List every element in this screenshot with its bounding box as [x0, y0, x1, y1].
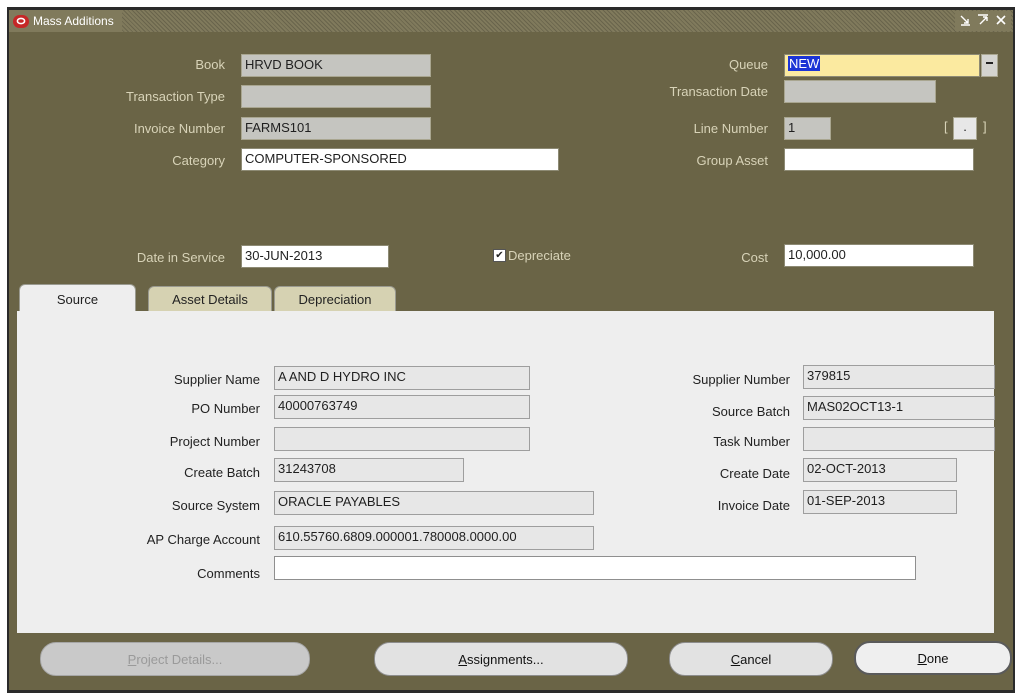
title-group: Mass Additions	[9, 10, 122, 32]
line-number-label: Line Number	[693, 121, 768, 136]
invoice-date-field[interactable]: 01-SEP-2013	[803, 490, 957, 514]
create-batch-label: Create Batch	[184, 465, 260, 480]
supplier-name-label: Supplier Name	[174, 372, 260, 387]
queue-label: Queue	[728, 57, 768, 72]
cancel-mnemonic: C	[730, 651, 741, 667]
transaction-date-field[interactable]	[784, 80, 936, 103]
group-asset-label: Group Asset	[696, 153, 768, 168]
tab-source[interactable]: Source	[19, 284, 136, 313]
supplier-number-field[interactable]: 379815	[803, 365, 995, 389]
assignments-label: ssignments...	[467, 651, 544, 667]
project-number-field[interactable]	[274, 427, 530, 451]
cost-label: Cost	[741, 250, 768, 265]
project-details-mnemonic: P	[127, 651, 137, 667]
depreciate-label: Depreciate	[508, 248, 571, 263]
transaction-type-label: Transaction Type	[126, 89, 225, 104]
flexfield-open-bracket: [	[944, 119, 948, 134]
invoice-date-label: Invoice Date	[717, 498, 790, 513]
category-field[interactable]: COMPUTER-SPONSORED	[241, 148, 559, 171]
comments-field[interactable]	[274, 556, 916, 580]
flexfield-close-bracket: ]	[983, 119, 987, 134]
transaction-date-label: Transaction Date	[669, 84, 768, 99]
line-number-field[interactable]: 1	[784, 117, 831, 140]
queue-value: NEW	[788, 56, 821, 71]
maximize-icon[interactable]	[977, 13, 989, 29]
project-number-label: Project Number	[169, 434, 260, 449]
source-system-label: Source System	[171, 498, 260, 513]
done-label: one	[926, 650, 949, 666]
queue-field[interactable]: NEW	[784, 54, 980, 77]
date-in-service-label: Date in Service	[136, 250, 225, 265]
source-batch-label: Source Batch	[711, 404, 790, 419]
done-button[interactable]: Done	[854, 641, 1012, 675]
depreciate-checkbox[interactable]: ✔ Depreciate	[493, 248, 571, 263]
source-batch-field[interactable]: MAS02OCT13-1	[803, 396, 995, 420]
minimize-icon[interactable]	[959, 14, 971, 29]
window-controls	[955, 11, 1011, 31]
ap-charge-account-field[interactable]: 610.55760.6809.000001.780008.0000.00	[274, 526, 594, 550]
po-number-field[interactable]: 40000763749	[274, 395, 530, 419]
project-details-button[interactable]: Project Details...	[40, 642, 310, 676]
assignments-button[interactable]: Assignments...	[374, 642, 628, 676]
tab-asset-details[interactable]: Asset Details	[148, 286, 272, 312]
transaction-type-field[interactable]	[241, 85, 431, 108]
create-batch-field[interactable]: 31243708	[274, 458, 464, 482]
project-details-label: roject Details...	[136, 651, 223, 667]
tab-depreciation[interactable]: Depreciation	[274, 286, 396, 312]
cancel-button[interactable]: Cancel	[669, 642, 833, 676]
assignments-mnemonic: A	[458, 651, 468, 667]
category-label: Category	[172, 153, 225, 168]
done-mnemonic: D	[917, 650, 927, 666]
descriptive-flexfield[interactable]: .	[953, 117, 977, 140]
po-number-label: PO Number	[191, 401, 260, 416]
comments-label: Comments	[197, 566, 260, 581]
supplier-name-field[interactable]: A AND D HYDRO INC	[274, 366, 530, 390]
invoice-number-label: Invoice Number	[133, 121, 225, 136]
book-label: Book	[195, 57, 225, 72]
create-date-field[interactable]: 02-OCT-2013	[803, 458, 957, 482]
date-in-service-field[interactable]: 30-JUN-2013	[241, 245, 389, 268]
cancel-label: ancel	[740, 651, 772, 667]
create-date-label: Create Date	[719, 466, 790, 481]
group-asset-field[interactable]	[784, 148, 974, 171]
invoice-number-field[interactable]: FARMS101	[241, 117, 431, 140]
window-title: Mass Additions	[33, 14, 114, 28]
cost-field[interactable]: 10,000.00	[784, 244, 974, 267]
checkmark-icon: ✔	[493, 249, 506, 262]
task-number-field[interactable]	[803, 427, 995, 451]
source-system-field[interactable]: ORACLE PAYABLES	[274, 491, 594, 515]
title-bar[interactable]: Mass Additions	[9, 10, 1013, 32]
queue-lov-button[interactable]	[981, 54, 998, 77]
supplier-number-label: Supplier Number	[692, 372, 790, 387]
ap-charge-account-label: AP Charge Account	[146, 532, 260, 547]
task-number-label: Task Number	[713, 434, 790, 449]
close-icon[interactable]	[995, 14, 1007, 29]
oracle-icon	[13, 14, 29, 28]
book-field[interactable]: HRVD BOOK	[241, 54, 431, 77]
